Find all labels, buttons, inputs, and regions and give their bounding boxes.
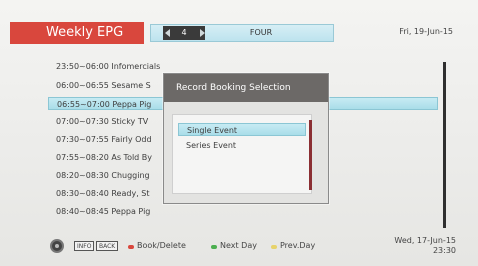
chevron-right-icon[interactable] [200, 29, 205, 37]
book-delete-label: Book/Delete [137, 241, 186, 250]
dialog-option-list: Single Event Series Event [172, 114, 312, 194]
dialog-title: Record Booking Selection [164, 74, 328, 102]
green-key-icon [211, 245, 217, 249]
page-title: Weekly EPG [10, 22, 144, 44]
info-key: INFO [74, 241, 95, 251]
record-booking-dialog: Record Booking Selection Single Event Se… [163, 73, 329, 204]
red-key-icon [128, 245, 134, 249]
bottom-date: Wed, 17-Jun-15 [394, 236, 456, 245]
back-key: BACK [96, 241, 119, 251]
chevron-left-icon[interactable] [165, 29, 170, 37]
prev-day-label: Prev.Day [280, 241, 316, 250]
programme-row[interactable]: 23:50~06:00 Infomercials [48, 60, 438, 73]
channel-number-text: 4 [181, 28, 187, 37]
single-event-option[interactable]: Single Event [178, 123, 306, 136]
gear-icon [50, 239, 64, 253]
yellow-key-icon [271, 245, 277, 249]
next-day-label: Next Day [220, 241, 257, 250]
current-datetime: Wed, 17-Jun-15 23:30 [394, 236, 456, 256]
bottom-time: 23:30 [432, 246, 456, 255]
channel-selector[interactable]: 4 FOUR [150, 24, 334, 42]
series-event-option[interactable]: Series Event [178, 139, 306, 152]
current-date: Fri, 19-Jun-15 [399, 27, 453, 36]
list-scrollbar[interactable] [443, 62, 446, 228]
dialog-scrollbar[interactable] [309, 120, 312, 190]
programme-row[interactable]: 08:40~08:45 Peppa Pig [48, 205, 438, 218]
channel-name: FOUR [249, 28, 273, 37]
